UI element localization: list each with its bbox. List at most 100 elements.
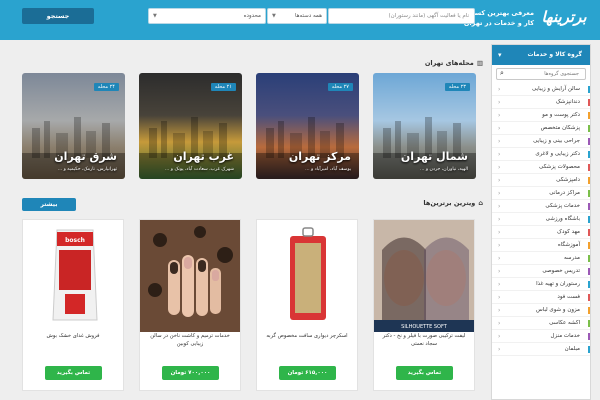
areas-section-title: ▥محله‌های تهران xyxy=(425,59,483,67)
chevron-left-icon: ‹ xyxy=(498,346,501,353)
sidebar-item-label: آموزشگاه xyxy=(557,242,580,248)
chevron-left-icon: ‹ xyxy=(498,268,501,275)
sidebar-item[interactable]: جراحی بینی و زیبایی ‹ xyxy=(492,135,590,148)
chevron-left-icon: ‹ xyxy=(498,99,501,106)
showcase-section-label: ویترین برترین‌ها xyxy=(423,199,476,207)
category-color-marker xyxy=(588,229,590,236)
chevron-left-icon: ‹ xyxy=(498,294,501,301)
sidebar-item[interactable]: فست فود ‹ xyxy=(492,291,590,304)
category-color-marker xyxy=(588,346,590,353)
sidebar-item[interactable]: اکشه عکاسی ‹ xyxy=(492,317,590,330)
product-title[interactable]: اسکرچر دیواری سافت مخصوص گربه xyxy=(261,332,353,340)
search-button[interactable]: جستجو xyxy=(22,8,94,24)
sidebar-item-label: مراکز درمانی xyxy=(549,190,580,196)
product-card[interactable]: SILHOUETTE SOFT لیفت ترکیبی صورت با فیلر … xyxy=(373,219,475,391)
more-button[interactable]: بیشتر xyxy=(22,198,76,211)
chevron-left-icon: ‹ xyxy=(498,333,501,340)
product-title[interactable]: فروش غذای خشک بوش xyxy=(27,332,119,340)
sidebar-item-label: دکتر پوست و مو xyxy=(542,112,580,118)
area-card[interactable]: ۲۴ محله شرق تهران تهرانپارس، نارمک، حکیمیه… xyxy=(22,73,125,179)
sidebar-item[interactable]: دکتر پوست و مو ‹ xyxy=(492,109,590,122)
sidebar-item-label: باشگاه ورزشی xyxy=(545,216,580,222)
basket-icon: ⌂ xyxy=(478,199,483,207)
category-select[interactable]: همه دسته‌ها ▼ xyxy=(267,8,327,24)
chevron-left-icon: ‹ xyxy=(498,112,501,119)
chevron-left-icon: ‹ xyxy=(498,86,501,93)
sidebar-item-label: مهد کودک xyxy=(557,229,580,235)
sidebar-item[interactable]: دامپزشکی ‹ xyxy=(492,174,590,187)
sidebar-search-placeholder: جستجوی گروه‌ها xyxy=(544,71,579,77)
sidebar-item[interactable]: باشگاه ورزشی ‹ xyxy=(492,213,590,226)
sidebar-item-label: رستوران و تهیه غذا xyxy=(536,281,580,287)
category-color-marker xyxy=(588,86,590,93)
chevron-left-icon: ‹ xyxy=(498,138,501,145)
product-card[interactable]: اسکرچر دیواری سافت مخصوص گربه ۶۱۵,۰۰۰ توم… xyxy=(256,219,358,391)
dog-food-bag-image: bosch xyxy=(23,220,123,332)
product-card[interactable]: bosch فروش غذای خشک بوش تماس بگیرید xyxy=(22,219,124,391)
chevron-left-icon: ‹ xyxy=(498,177,501,184)
product-title[interactable]: خدمات ترمیم و کاشت ناخن در سالن زیبایی ک… xyxy=(144,332,236,348)
product-image[interactable]: SILHOUETTE SOFT xyxy=(374,220,474,332)
category-color-marker xyxy=(588,164,590,171)
area-neighborhoods: الهیه، نیاوران، جردن و ... xyxy=(420,167,468,172)
area-name: شمال تهران xyxy=(400,150,468,163)
sidebar-header[interactable]: گروه کالا و خدمات ▾ xyxy=(492,45,590,65)
sidebar-item[interactable]: رستوران و تهیه غذا ‹ xyxy=(492,278,590,291)
area-card[interactable]: ۲۷ محله مرکز تهران یوسف آباد، امیرآباد و .… xyxy=(256,73,359,179)
area-neighborhoods: شهرک غرب، سعادت آباد، پونک و ... xyxy=(164,167,234,172)
category-color-marker xyxy=(588,255,590,262)
category-color-marker xyxy=(588,242,590,249)
sidebar-item[interactable]: دکتر زیبایی و لاغری ‹ xyxy=(492,148,590,161)
sidebar-item-label: دکتر زیبایی و لاغری xyxy=(535,151,580,157)
product-action-button[interactable]: تماس بگیرید xyxy=(45,366,102,380)
sidebar-item[interactable]: تدریس خصوصی ‹ xyxy=(492,265,590,278)
sidebar-item[interactable]: خدمات منزل ‹ xyxy=(492,330,590,343)
category-color-marker xyxy=(588,307,590,314)
sidebar-item-label: خدمات منزل xyxy=(550,333,580,339)
nail-art-image xyxy=(140,220,240,332)
sidebar-item[interactable]: مدرسه ‹ xyxy=(492,252,590,265)
sidebar-item[interactable]: مهد کودک ‹ xyxy=(492,226,590,239)
brand-label: bosch xyxy=(65,237,85,244)
chevron-left-icon: ‹ xyxy=(498,216,501,223)
category-color-marker xyxy=(588,138,590,145)
sidebar-item[interactable]: آموزشگاه ‹ xyxy=(492,239,590,252)
product-action-button[interactable]: ۷۰۰,۰۰۰ تومان xyxy=(162,366,219,380)
sidebar-item[interactable]: مبلمان ‹ xyxy=(492,343,590,356)
search-icon: ⌕ xyxy=(500,69,504,77)
area-card[interactable]: ۲۳ محله شمال تهران الهیه، نیاوران، جردن و … xyxy=(373,73,476,179)
cat-scratcher-image xyxy=(257,220,357,332)
sidebar-item[interactable]: دندانپزشک ‹ xyxy=(492,96,590,109)
product-image[interactable] xyxy=(257,220,357,332)
sidebar-search-input[interactable]: جستجوی گروه‌ها ⌕ xyxy=(496,68,586,80)
area-card[interactable]: ۲۱ محله غرب تهران شهرک غرب، سعادت آباد، پو… xyxy=(139,73,242,179)
search-input[interactable]: نام یا فعالیت آگهی (مانند رستوران) xyxy=(328,8,475,24)
sidebar-item-label: دندانپزشک xyxy=(555,99,580,105)
sidebar-item-label: جراحی بینی و زیبایی xyxy=(533,138,580,144)
product-title[interactable]: لیفت ترکیبی صورت با فیلر و نخ - دکتر سجا… xyxy=(378,332,470,348)
chevron-left-icon: ‹ xyxy=(498,125,501,132)
sidebar-item[interactable]: مراکز درمانی ‹ xyxy=(492,187,590,200)
area-select[interactable]: محدوده ▼ xyxy=(148,8,266,24)
area-count-badge: ۲۳ محله xyxy=(444,83,470,91)
product-image[interactable]: bosch xyxy=(23,220,123,332)
area-count-badge: ۲۷ محله xyxy=(327,83,353,91)
area-count-badge: ۲۴ محله xyxy=(93,83,119,91)
sidebar-item-label: سالن آرایش و زیبایی xyxy=(532,86,580,92)
chevron-left-icon: ‹ xyxy=(498,151,501,158)
product-image[interactable] xyxy=(140,220,240,332)
category-color-marker xyxy=(588,268,590,275)
area-name: شرق تهران xyxy=(54,150,117,163)
sidebar-item[interactable]: مزون و شوی لباس ‹ xyxy=(492,304,590,317)
product-action-button[interactable]: تماس بگیرید xyxy=(396,366,453,380)
product-action-button[interactable]: ۶۱۵,۰۰۰ تومان xyxy=(279,366,336,380)
sidebar-list: سالن آرایش و زیبایی ‹ دندانپزشک ‹ دکتر پوست … xyxy=(492,83,590,356)
sidebar-item[interactable]: محصولات پزشکی ‹ xyxy=(492,161,590,174)
area-neighborhoods: تهرانپارس، نارمک، حکیمیه و ... xyxy=(57,167,117,172)
sidebar-item[interactable]: خدمات پزشکی ‹ xyxy=(492,200,590,213)
product-card[interactable]: خدمات ترمیم و کاشت ناخن در سالن زیبایی ک… xyxy=(139,219,241,391)
site-logo[interactable]: برترینها xyxy=(536,4,592,30)
sidebar-item[interactable]: سالن آرایش و زیبایی ‹ xyxy=(492,83,590,96)
sidebar-item[interactable]: پزشکان متخصص ‹ xyxy=(492,122,590,135)
face-lift-image: SILHOUETTE SOFT xyxy=(374,220,474,332)
